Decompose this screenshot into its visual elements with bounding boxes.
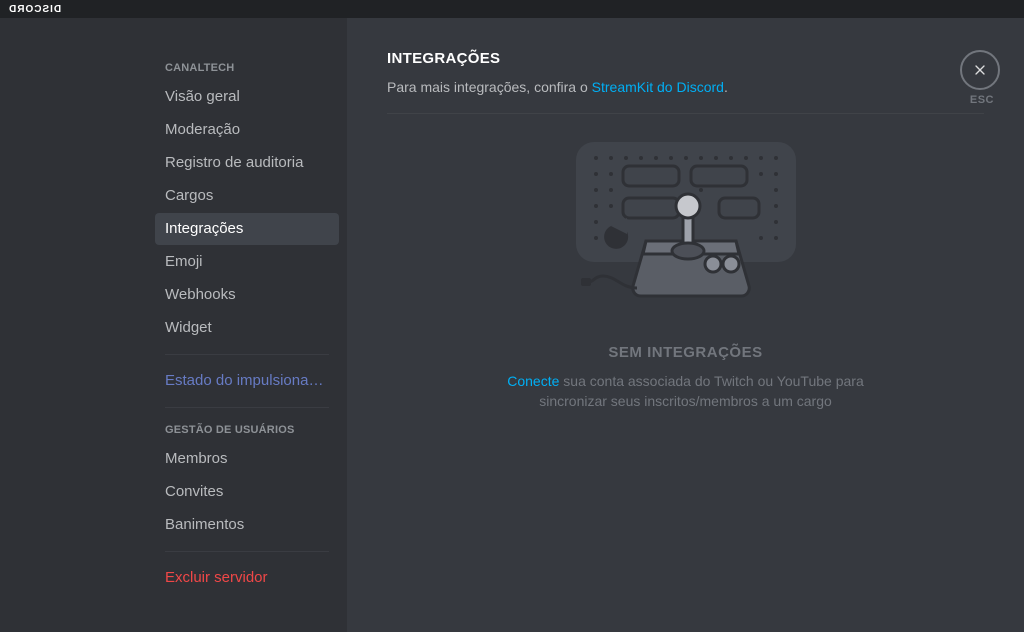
esc-label: ESC xyxy=(970,94,994,106)
subtitle-suffix: . xyxy=(724,79,728,95)
sidebar-item-label: Convites xyxy=(165,483,223,500)
sidebar-item-audit-log[interactable]: Registro de auditoria xyxy=(155,147,339,179)
sidebar-item-label: Banimentos xyxy=(165,516,244,533)
divider xyxy=(387,113,984,114)
empty-body: Conecte sua conta associada do Twitch ou… xyxy=(387,371,984,411)
sidebar-item-integrations[interactable]: Integrações xyxy=(155,213,339,245)
discord-wordmark: DISCORD xyxy=(8,4,61,15)
page-subtitle: Para mais integrações, confira o StreamK… xyxy=(387,79,984,95)
sidebar-item-label: Widget xyxy=(165,319,212,336)
sidebar-item-widget[interactable]: Widget xyxy=(155,312,339,344)
sidebar-item-label: Visão geral xyxy=(165,88,240,105)
sidebar-item-label: Integrações xyxy=(165,220,243,237)
sidebar-item-label: Membros xyxy=(165,450,228,467)
sidebar-header-users: GESTÃO DE USUÁRIOS xyxy=(155,418,339,442)
sidebar-item-invites[interactable]: Convites xyxy=(155,476,339,508)
sidebar-item-bans[interactable]: Banimentos xyxy=(155,509,339,541)
close-button[interactable] xyxy=(960,50,1000,90)
divider xyxy=(165,354,329,355)
divider xyxy=(165,407,329,408)
sidebar-item-overview[interactable]: Visão geral xyxy=(155,81,339,113)
sidebar-item-label: Registro de auditoria xyxy=(165,154,303,171)
empty-title: SEM INTEGRAÇÕES xyxy=(387,344,984,361)
connect-link[interactable]: Conecte xyxy=(507,373,559,389)
empty-body-text: sua conta associada do Twitch ou YouTube… xyxy=(539,373,864,409)
empty-state-illustration xyxy=(551,136,821,311)
sidebar-header-server: CANALTECH xyxy=(155,56,339,80)
sidebar-item-label: Estado do impulsionam… xyxy=(165,372,336,389)
sidebar-item-boost-status[interactable]: Estado do impulsionam… xyxy=(155,365,339,397)
close-icon xyxy=(972,62,988,78)
sidebar-item-label: Moderação xyxy=(165,121,240,138)
divider xyxy=(165,551,329,552)
sidebar-item-roles[interactable]: Cargos xyxy=(155,180,339,212)
blank-gutter xyxy=(0,18,155,632)
sidebar-item-members[interactable]: Membros xyxy=(155,443,339,475)
content-pane: ESC INTEGRAÇÕES Para mais integrações, c… xyxy=(347,18,1024,632)
empty-state: SEM INTEGRAÇÕES Conecte sua conta associ… xyxy=(387,136,984,411)
sidebar-item-moderation[interactable]: Moderação xyxy=(155,114,339,146)
sidebar-item-emoji[interactable]: Emoji xyxy=(155,246,339,278)
sidebar-item-label: Cargos xyxy=(165,187,213,204)
subtitle-text: Para mais integrações, confira o xyxy=(387,79,592,95)
sidebar-item-label: Webhooks xyxy=(165,286,236,303)
sidebar-item-delete-server[interactable]: Excluir servidor xyxy=(155,562,339,594)
sidebar-item-label: Excluir servidor xyxy=(165,569,268,586)
streamkit-link[interactable]: StreamKit do Discord xyxy=(592,79,724,95)
titlebar: DISCORD xyxy=(0,0,1024,18)
sidebar-item-webhooks[interactable]: Webhooks xyxy=(155,279,339,311)
page-title: INTEGRAÇÕES xyxy=(387,50,984,67)
settings-sidebar: CANALTECH Visão geral Moderação Registro… xyxy=(155,18,347,632)
sidebar-item-label: Emoji xyxy=(165,253,203,270)
